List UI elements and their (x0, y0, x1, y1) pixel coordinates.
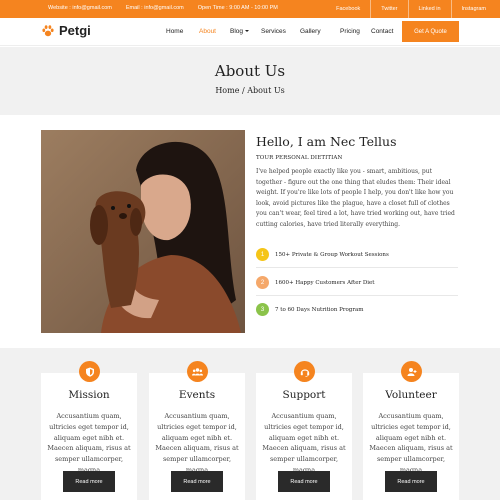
email-info: Email : info@gmail.com (125, 5, 184, 11)
email-link[interactable]: info@gmail.com (144, 5, 184, 11)
open-time-info: Open Time : 9:00 AM - 10:00 PM (197, 5, 278, 11)
divider (256, 267, 458, 268)
about-photo (41, 130, 245, 333)
nav-item-pricing[interactable]: Pricing (340, 28, 360, 35)
nav-item-gallery[interactable]: Gallery (300, 28, 321, 35)
page-title: About Us (214, 62, 286, 80)
service-card-events: Events Accusantium quam, ultricies eget … (149, 361, 245, 500)
read-more-button[interactable]: Read more (278, 471, 330, 492)
nav-item-blog-label: Blog (230, 28, 244, 35)
main-navigation: Petgi Home About Blog Services Gallery P… (0, 18, 500, 46)
nav-item-contact[interactable]: Contact (371, 28, 393, 35)
contact-info: Website : info@gmail.com Email : info@gm… (48, 5, 278, 11)
paw-icon (42, 24, 54, 36)
website-info: Website : info@gmail.com (48, 5, 112, 11)
nav-item-about[interactable]: About (199, 28, 216, 35)
headset-icon (294, 361, 315, 382)
instagram-link[interactable]: Instagram (450, 0, 500, 18)
service-title: Volunteer (385, 389, 437, 401)
feature-label: 7 to 60 Days Nutrition Program (275, 306, 364, 313)
service-title: Mission (68, 389, 110, 401)
breadcrumb[interactable]: Home / About Us (0, 86, 500, 95)
read-more-button[interactable]: Read more (171, 471, 223, 492)
service-card-volunteer: Volunteer Accusantium quam, ultricies eg… (363, 361, 459, 500)
read-more-button[interactable]: Read more (63, 471, 115, 492)
open-time-value: 9:00 AM - 10:00 PM (229, 5, 278, 11)
feature-label: 150+ Private & Group Workout Sessions (275, 251, 389, 258)
service-text: Accusantium quam, ultricies eget tempor … (155, 412, 239, 474)
facebook-link[interactable]: Facebook (326, 0, 370, 18)
read-more-button[interactable]: Read more (385, 471, 437, 492)
divider (256, 295, 458, 296)
website-link[interactable]: info@gmail.com (72, 5, 112, 11)
feature-item: 2 1600+ Happy Customers After Diet (256, 276, 374, 289)
linkedin-link[interactable]: Linked in (407, 0, 451, 18)
user-plus-icon (401, 361, 422, 382)
feature-label: 1600+ Happy Customers After Diet (275, 279, 375, 286)
woman-with-puppy-image (41, 130, 245, 333)
nav-item-home[interactable]: Home (166, 28, 183, 35)
service-text: Accusantium quam, ultricies eget tempor … (369, 412, 453, 474)
feature-number-badge: 1 (256, 248, 269, 261)
services-section: Mission Accusantium quam, ultricies eget… (0, 348, 500, 500)
service-title: Events (178, 389, 216, 401)
social-links: Facebook Twitter Linked in Instagram (326, 0, 500, 18)
logo-text: Petgi (59, 23, 91, 38)
nav-item-services[interactable]: Services (261, 28, 286, 35)
feature-item: 3 7 to 60 Days Nutrition Program (256, 303, 363, 316)
service-text: Accusantium quam, ultricies eget tempor … (262, 412, 346, 474)
about-subtitle: TOUR PERSONAL DIETITIAN (256, 155, 343, 161)
about-paragraph: I've helped people exactly like you - sm… (256, 168, 455, 228)
people-icon (187, 361, 208, 382)
about-heading: Hello, I am Nec Tellus (256, 134, 397, 149)
nav-item-blog[interactable]: Blog (230, 28, 250, 35)
service-card-mission: Mission Accusantium quam, ultricies eget… (41, 361, 137, 500)
get-a-quote-button[interactable]: Get A Quote (402, 21, 459, 42)
twitter-link[interactable]: Twitter (370, 0, 407, 18)
service-text: Accusantium quam, ultricies eget tempor … (47, 412, 131, 474)
logo[interactable]: Petgi (41, 23, 91, 38)
chevron-down-icon (245, 30, 250, 33)
feature-item: 1 150+ Private & Group Workout Sessions (256, 248, 389, 261)
service-card-support: Support Accusantium quam, ultricies eget… (256, 361, 352, 500)
feature-number-badge: 2 (256, 276, 269, 289)
page-header: About Us Home / About Us (0, 47, 500, 115)
feature-number-badge: 3 (256, 303, 269, 316)
shield-icon (79, 361, 100, 382)
top-bar: Website : info@gmail.com Email : info@gm… (0, 0, 500, 18)
service-title: Support (282, 389, 326, 401)
